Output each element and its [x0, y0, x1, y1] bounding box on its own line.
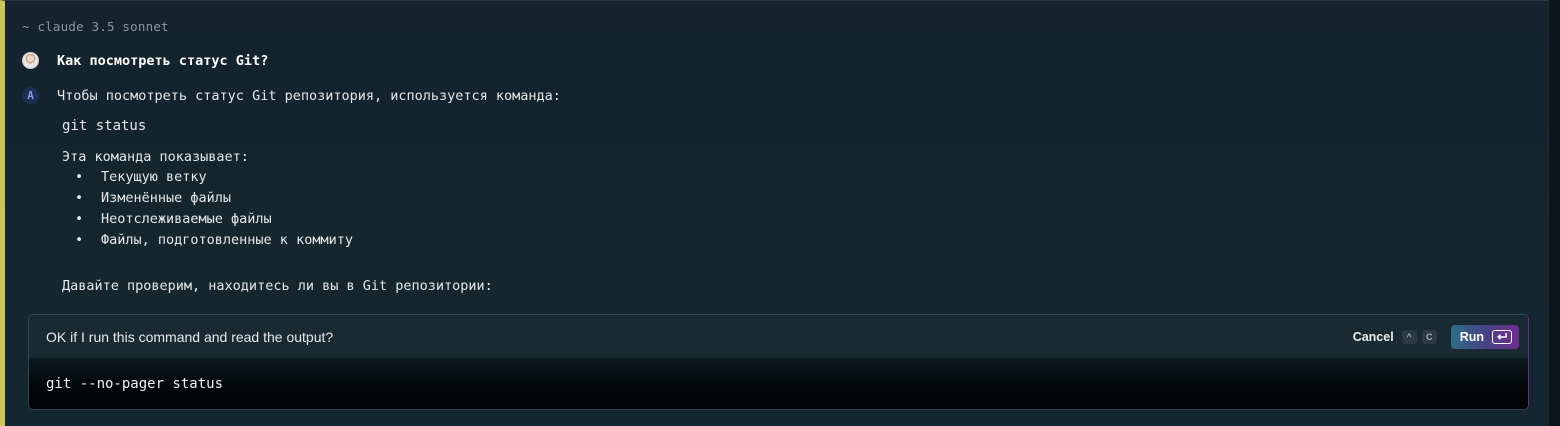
user-question-text: Как посмотреть статус Git?: [57, 52, 269, 69]
enter-key-icon: [1492, 329, 1512, 344]
ctrl-key-icon: ^: [1401, 329, 1417, 344]
list-item-label: Текущую ветку: [101, 169, 207, 185]
chat-panel: ~ claude 3.5 sonnet Как посмотреть стату…: [0, 0, 1560, 426]
bullet-icon: •: [75, 190, 84, 206]
bullet-icon: •: [75, 232, 84, 248]
user-avatar: [22, 52, 39, 69]
prompt-header: OK if I run this command and read the ou…: [29, 315, 1528, 358]
bullet-icon: •: [75, 169, 84, 185]
cancel-button[interactable]: Cancel ^ C: [1352, 329, 1437, 344]
scrollbar-track[interactable]: [1548, 0, 1560, 426]
assistant-intro-text: Чтобы посмотреть статус Git репозитория,…: [57, 87, 561, 104]
list-item: • Неотслеживаемые файлы: [75, 211, 353, 232]
list-item-label: Неотслеживаемые файлы: [101, 211, 272, 227]
user-message: Как посмотреть статус Git?: [22, 52, 268, 69]
inline-command: git status: [62, 118, 147, 134]
command-text: git --no-pager status: [46, 375, 224, 392]
list-item-label: Файлы, подготовленные к коммиту: [101, 232, 353, 248]
run-command-prompt: OK if I run this command and read the ou…: [28, 314, 1529, 410]
cancel-label: Cancel: [1352, 329, 1394, 344]
assistant-message: A Чтобы посмотреть статус Git репозитори…: [22, 87, 561, 104]
list-item: • Файлы, подготовленные к коммиту: [75, 232, 353, 253]
run-label: Run: [1459, 329, 1484, 344]
feature-list: • Текущую ветку • Изменённые файлы • Нео…: [75, 169, 353, 253]
model-label: ~ claude 3.5 sonnet: [22, 19, 169, 34]
list-item: • Текущую ветку: [75, 169, 353, 190]
list-item-label: Изменённые файлы: [101, 190, 232, 206]
assistant-avatar: A: [22, 87, 39, 104]
c-key-icon: C: [1421, 329, 1437, 344]
command-preview: git --no-pager status: [29, 358, 1528, 409]
prompt-question: OK if I run this command and read the ou…: [46, 328, 334, 345]
run-button[interactable]: Run: [1450, 324, 1519, 349]
followup-text: Давайте проверим, находитесь ли вы в Git…: [62, 278, 493, 294]
shows-label: Эта команда показывает:: [62, 149, 249, 165]
list-item: • Изменённые файлы: [75, 190, 353, 211]
bullet-icon: •: [75, 211, 84, 227]
